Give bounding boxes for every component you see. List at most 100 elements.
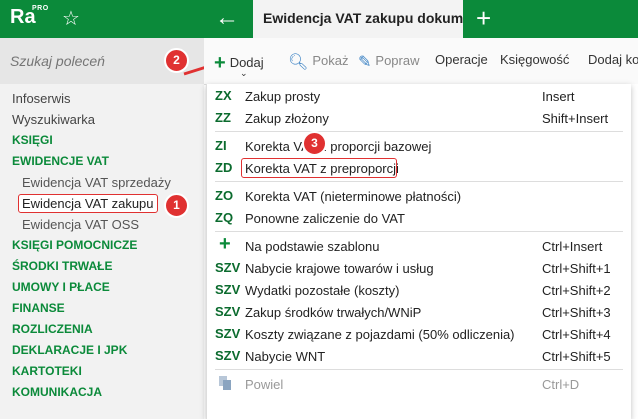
menu-item[interactable]: ZZ Zakup złożony Shift+Insert: [207, 108, 631, 130]
star-icon[interactable]: ☆: [62, 6, 80, 31]
menu-item-code: SZV: [215, 304, 241, 319]
sidebar-item-label: ŚRODKI TRWAŁE: [12, 259, 113, 273]
sidebar-item-label: Infoserwis: [12, 91, 71, 106]
sidebar-item[interactable]: DEKLARACJE I JPK: [0, 340, 204, 361]
sidebar-item[interactable]: ŚRODKI TRWAŁE: [0, 256, 204, 277]
menu-separator: [215, 231, 623, 232]
menu-item-code: ZZ: [215, 110, 231, 125]
sidebar-item[interactable]: KOMUNIKACJA: [0, 382, 204, 403]
add-button[interactable]: + Dodaj: [214, 52, 264, 75]
menu-item-label: Nabycie krajowe towarów i usług: [245, 261, 434, 276]
duplicate-icon: [219, 376, 231, 390]
menu-item[interactable]: ZX Zakup prosty Insert: [207, 86, 631, 108]
menu-item-shortcut: Ctrl+D: [542, 377, 580, 392]
logo-sup: PRO: [32, 5, 49, 12]
sidebar-item-label: Ewidencja VAT zakupu: [18, 194, 158, 213]
search-input[interactable]: [10, 50, 180, 72]
menu-item-label: Wydatki pozostałe (koszty): [245, 283, 400, 298]
menu-item-code: ZQ: [215, 210, 234, 225]
menu-item[interactable]: SZV Nabycie krajowe towarów i usług Ctrl+S…: [207, 258, 631, 280]
menu-item-code: ZD: [215, 160, 233, 175]
menu-item-shortcut: Ctrl+Shift+3: [542, 305, 611, 320]
sidebar-item[interactable]: Infoserwis: [0, 88, 204, 109]
sidebar-item-label: UMOWY I PŁACE: [12, 280, 110, 294]
chevron-down-icon[interactable]: ⌄: [240, 68, 248, 79]
annotation-badge-3: 3: [302, 131, 327, 156]
sidebar-item[interactable]: KARTOTEKI: [0, 361, 204, 382]
menu-item[interactable]: ZI Korekta VAT z proporcji bazowej: [207, 136, 631, 158]
menu-item-label: Nabycie WNT: [245, 349, 326, 364]
sidebar-item[interactable]: Ewidencja VAT sprzedaży: [0, 172, 204, 193]
edit-button[interactable]: ✎ Popraw: [358, 52, 419, 72]
menu-item-shortcut: Ctrl+Shift+4: [542, 327, 611, 342]
sidebar-nav: Infoserwis Wyszukiwarka KSIĘGI EWIDENCJE VA…: [0, 88, 204, 403]
sidebar-item-label: Wyszukiwarka: [12, 112, 95, 127]
menu-item-shortcut: Ctrl+Shift+2: [542, 283, 611, 298]
menu-item-label: Korekta VAT z proporcji bazowej: [245, 139, 432, 154]
menu-item-code: SZV: [215, 348, 241, 363]
menu-item-code: ZX: [215, 88, 232, 103]
sidebar-item[interactable]: KSIĘGI POMOCNICZE: [0, 235, 204, 256]
back-arrow-icon[interactable]: ←: [215, 4, 239, 32]
menu-item[interactable]: SZV Zakup środków trwałych/WNiP Ctrl+Shift…: [207, 302, 631, 324]
sidebar-item-label: FINANSE: [12, 301, 65, 315]
sidebar-item-label: KSIĘGI: [12, 133, 53, 147]
menu-separator: [215, 131, 623, 132]
brush-icon: ✎: [358, 54, 372, 71]
content-background: [630, 84, 638, 419]
menu-item-code: SZV: [215, 326, 241, 341]
menu-item-code: ZI: [215, 138, 227, 153]
sidebar-item-label: ROZLICZENIA: [12, 322, 93, 336]
annotation-badge-1: 1: [164, 193, 189, 218]
app-logo[interactable]: Ra PRO: [10, 5, 48, 29]
top-bar: Ra PRO ☆ ← Ewidencja VAT zakupu dokument…: [0, 0, 638, 38]
magnifier-icon: 🔍︎: [288, 54, 309, 71]
sidebar-item-label: DEKLARACJE I JPK: [12, 343, 128, 357]
menu-item-label: Zakup środków trwałych/WNiP: [245, 305, 422, 320]
menu-separator: [215, 181, 623, 182]
sidebar-item-label: KARTOTEKI: [12, 364, 82, 378]
new-tab-plus-icon[interactable]: +: [476, 3, 491, 34]
sidebar-item[interactable]: EWIDENCJE VAT: [0, 151, 204, 172]
menu-item-label: Korekta VAT (nieterminowe płatności): [245, 189, 462, 204]
menu-separator: [215, 369, 623, 370]
menu-item-label: Ponowne zaliczenie do VAT: [245, 211, 405, 226]
sidebar-item-label: Ewidencja VAT OSS: [22, 217, 140, 232]
menu-item[interactable]: + Na podstawie szablonu Ctrl+Insert: [207, 233, 631, 258]
sidebar-item[interactable]: UMOWY I PŁACE: [0, 277, 204, 298]
menu-item[interactable]: SZV Nabycie WNT Ctrl+Shift+5: [207, 346, 631, 368]
operations-button[interactable]: Operacje: [435, 52, 488, 67]
menu-item-label: Zakup prosty: [245, 89, 321, 104]
add-next-button[interactable]: Dodaj kolejny: [588, 52, 638, 67]
show-button-label: Pokaż: [312, 53, 349, 68]
add-dropdown-menu: ZX Zakup prosty Insert ZZ Zakup złożony Shift…: [206, 84, 631, 419]
menu-item[interactable]: ZQ Ponowne zaliczenie do VAT: [207, 208, 631, 230]
sidebar-item-label: KOMUNIKACJA: [12, 385, 102, 399]
menu-item-label: Zakup złożony: [245, 111, 329, 126]
menu-item[interactable]: SZV Wydatki pozostałe (koszty) Ctrl+Shift+…: [207, 280, 631, 302]
sidebar-item[interactable]: ROZLICZENIA: [0, 319, 204, 340]
plus-icon: +: [214, 52, 226, 74]
sidebar-item[interactable]: Wyszukiwarka: [0, 109, 204, 130]
tab-ewidencja-vat-zakupu[interactable]: Ewidencja VAT zakupu dokumenty: [253, 0, 463, 38]
menu-item-shortcut: Ctrl+Shift+5: [542, 349, 611, 364]
sidebar: Infoserwis Wyszukiwarka KSIĘGI EWIDENCJE VA…: [0, 38, 204, 419]
sidebar-item-label: Ewidencja VAT sprzedaży: [22, 175, 171, 190]
sidebar-item-label: EWIDENCJE VAT: [12, 154, 109, 168]
menu-item-code: SZV: [215, 282, 241, 297]
menu-item[interactable]: Powiel Ctrl+D: [207, 374, 631, 396]
sidebar-item-label: KSIĘGI POMOCNICZE: [12, 238, 138, 252]
menu-item-shortcut: Ctrl+Insert: [542, 239, 603, 254]
menu-item[interactable]: ZD Korekta VAT z preproporcji: [207, 158, 631, 180]
menu-item-code: SZV: [215, 260, 241, 275]
edit-button-label: Popraw: [375, 53, 420, 68]
show-button[interactable]: 🔍︎ Pokaż: [288, 52, 348, 72]
menu-item[interactable]: SZV Koszty związane z pojazdami (50% odli…: [207, 324, 631, 346]
accounting-button[interactable]: Księgowość: [500, 52, 569, 67]
plus-icon: +: [219, 233, 231, 255]
menu-item-label: Na podstawie szablonu: [245, 239, 380, 254]
sidebar-item[interactable]: FINANSE: [0, 298, 204, 319]
menu-item[interactable]: ZO Korekta VAT (nieterminowe płatności): [207, 186, 631, 208]
menu-item-label: Koszty związane z pojazdami (50% odlicze…: [245, 327, 515, 342]
sidebar-item[interactable]: KSIĘGI: [0, 130, 204, 151]
